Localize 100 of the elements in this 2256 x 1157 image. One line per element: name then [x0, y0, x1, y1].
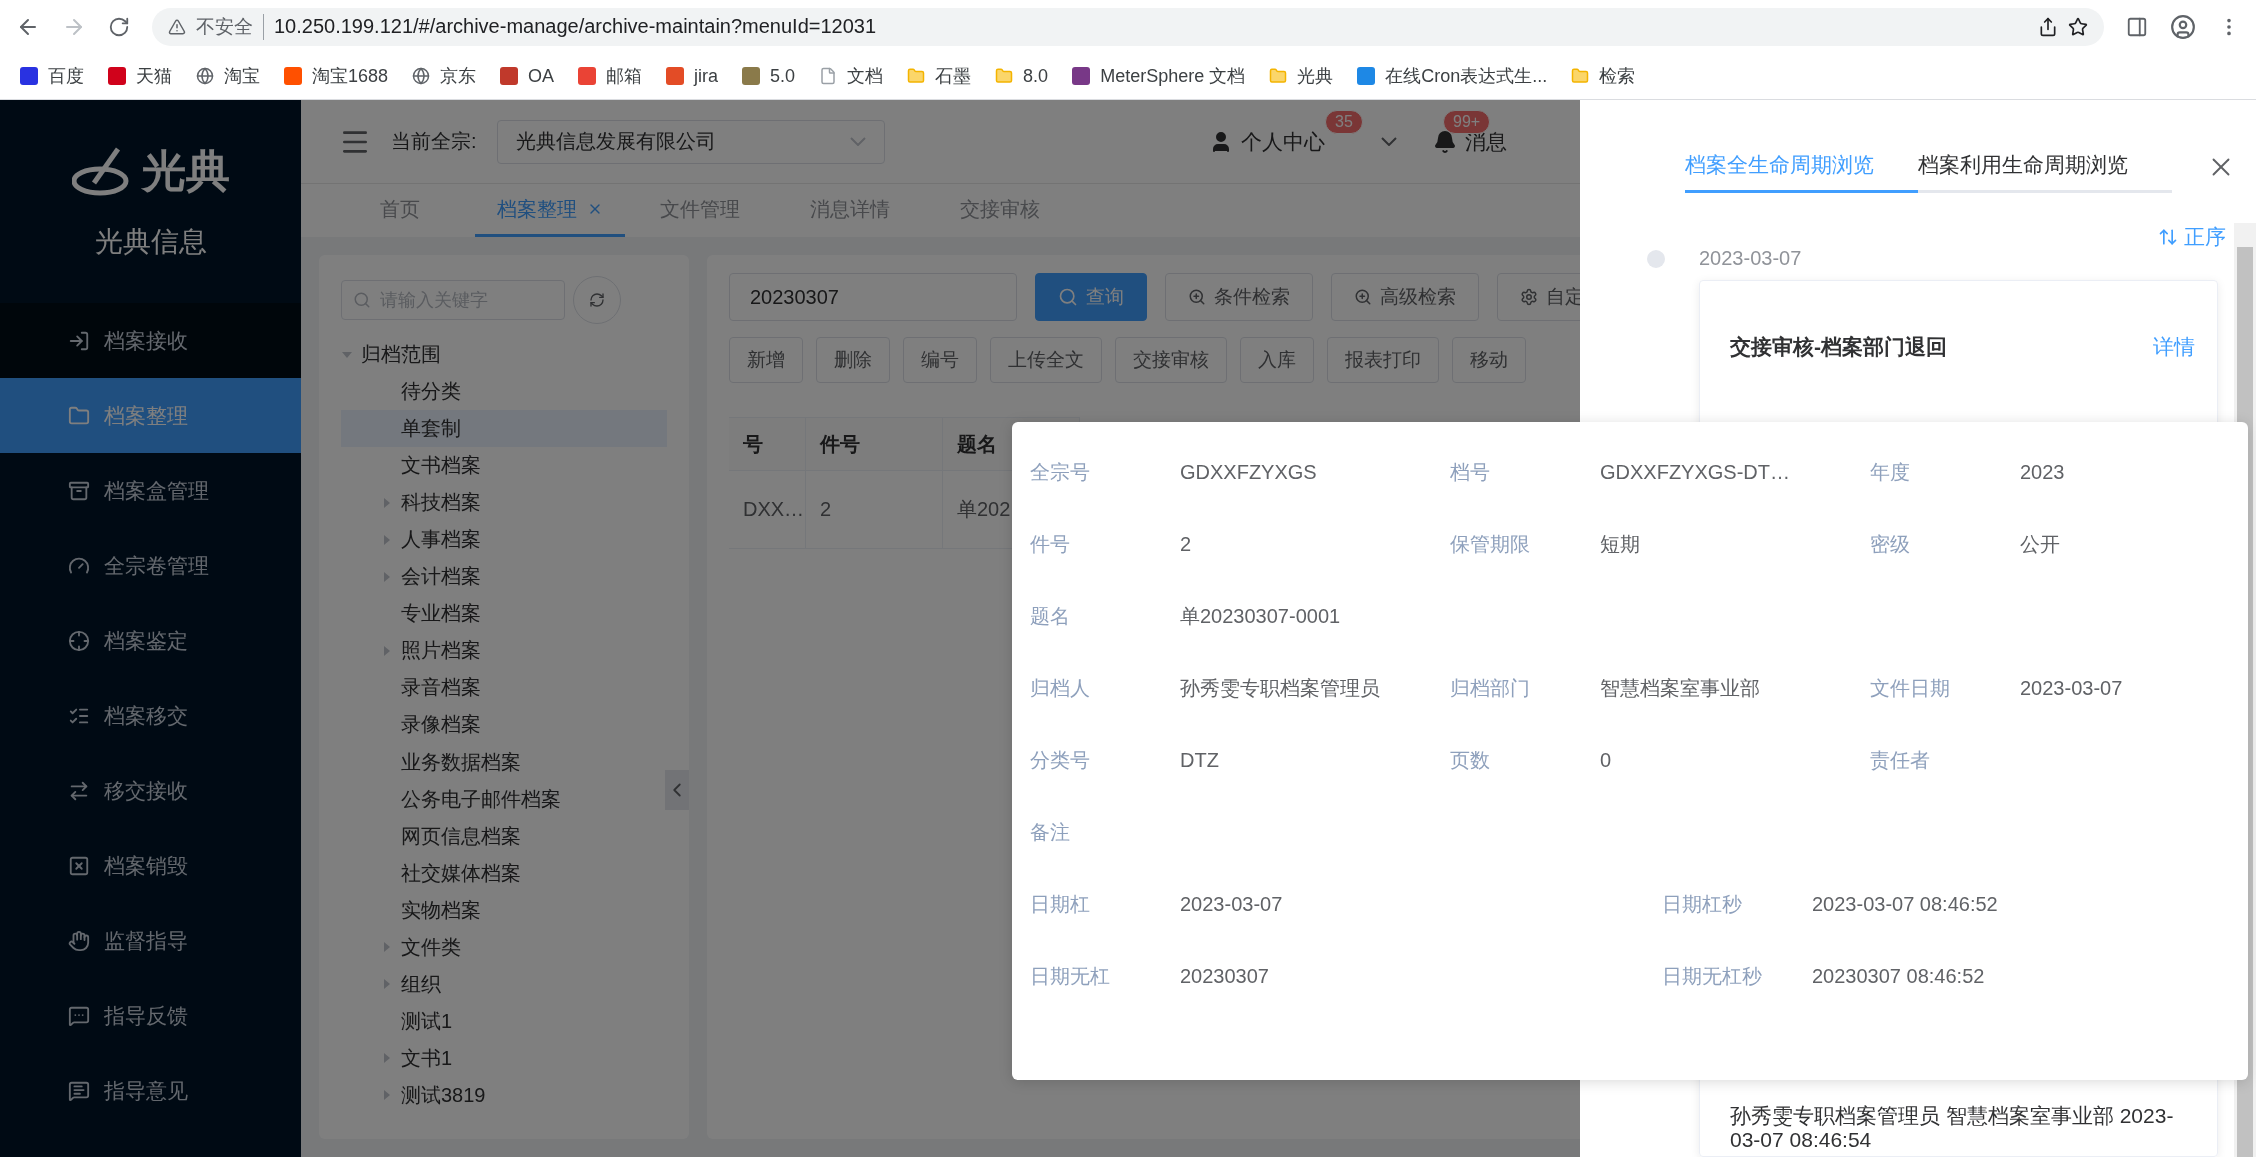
- tree-item[interactable]: 测试1: [341, 1002, 667, 1040]
- action-button[interactable]: 上传全文: [990, 337, 1102, 383]
- action-button[interactable]: 新增: [729, 337, 803, 383]
- field-label: 日期无杠秒: [1662, 963, 1763, 989]
- tree-item[interactable]: 单套制: [341, 410, 667, 448]
- sidebar-item[interactable]: 移交接收: [0, 753, 301, 828]
- field-label: 日期无杠: [1030, 963, 1111, 989]
- bookmark[interactable]: 百度: [20, 64, 84, 88]
- drawer-tab[interactable]: 档案全生命周期浏览: [1685, 140, 1918, 193]
- table-cell: DXX…: [729, 471, 806, 549]
- count-badge: 35: [1325, 109, 1363, 134]
- action-button[interactable]: 入库: [1240, 337, 1314, 383]
- bookmark[interactable]: 检索: [1571, 64, 1636, 88]
- tree-item[interactable]: 待分类: [341, 373, 667, 411]
- card-footer-text: 孙秀雯专职档案管理员 智慧档案室事业部 2023-03-07 08:46:54: [1730, 1103, 2175, 1152]
- field-value: 2023-03-07: [2020, 676, 2123, 700]
- tree-item[interactable]: 录音档案: [341, 669, 667, 707]
- tree-item[interactable]: 专业档案: [341, 595, 667, 633]
- tree-item[interactable]: 公务电子邮件档案: [341, 780, 667, 818]
- column-header: 号: [729, 417, 806, 471]
- search-field[interactable]: 20230307: [729, 273, 1017, 321]
- bookmark[interactable]: MeterSphere 文档: [1072, 64, 1246, 88]
- sidebar-item[interactable]: 档案销毁: [0, 828, 301, 903]
- tree-item[interactable]: 科技档案: [341, 484, 667, 522]
- tree-item[interactable]: 业务数据档案: [341, 743, 667, 781]
- table-cell: 2: [806, 471, 943, 549]
- field-label: 归档人: [1030, 675, 1091, 701]
- field-value: 2023: [2020, 460, 2065, 484]
- tree-item[interactable]: 组织: [341, 965, 667, 1003]
- field-label: 页数: [1450, 747, 1491, 773]
- field-value: 0: [1600, 748, 1612, 772]
- action-button[interactable]: 删除: [816, 337, 890, 383]
- bookmark[interactable]: 天猫: [108, 64, 172, 88]
- tree-item[interactable]: 实物档案: [341, 891, 667, 929]
- tree-item[interactable]: 测试3819: [341, 1076, 667, 1114]
- tree-item[interactable]: 会计档案: [341, 558, 667, 596]
- bookmark[interactable]: 5.0: [742, 65, 796, 87]
- column-header: 件号: [806, 417, 943, 471]
- sidebar-item[interactable]: 监督指导: [0, 903, 301, 978]
- tree-item[interactable]: 录像档案: [341, 706, 667, 744]
- field-value: 20230307: [1180, 964, 1269, 988]
- action-button[interactable]: 报表打印: [1327, 337, 1439, 383]
- tree-item[interactable]: 社交媒体档案: [341, 854, 667, 892]
- field-label: 档号: [1450, 459, 1491, 485]
- url-text: 10.250.199.121/#/archive-manage/archive-maintain?menuId=12031: [274, 15, 878, 38]
- bookmark[interactable]: 淘宝: [196, 64, 260, 88]
- sidebar-item[interactable]: 全宗卷管理: [0, 528, 301, 603]
- field-value: 公开: [2020, 531, 2060, 557]
- address-bar[interactable]: 不安全 10.250.199.121/#/archive-manage/archive-maintain?menuId=12031: [152, 7, 2104, 46]
- fonds-select[interactable]: 光典信息发展有限公司: [496, 119, 885, 164]
- field-value: 短期: [1600, 531, 1640, 557]
- field-label: 题名: [1030, 603, 1071, 629]
- field-value: 智慧档案室事业部: [1600, 675, 1760, 701]
- field-value: 2023-03-07 08:46:52: [1812, 892, 1998, 916]
- sidebar-item[interactable]: 指导意见: [0, 1053, 301, 1128]
- field-value: GDXXFZYXGS: [1180, 460, 1317, 484]
- field-value: 2: [1180, 532, 1192, 556]
- sidebar-item[interactable]: 档案接收: [0, 303, 301, 378]
- field-label: 密级: [1870, 531, 1911, 557]
- sort-link[interactable]: 正序: [2158, 223, 2226, 251]
- field-value: GDXXFZYXGS-DT…: [1600, 460, 1790, 484]
- sidebar-item[interactable]: 档案盒管理: [0, 453, 301, 528]
- action-button[interactable]: 交接审核: [1115, 337, 1227, 383]
- drawer-tab[interactable]: 档案利用生命周期浏览: [1918, 140, 2172, 193]
- timeline-date: 2023-03-07: [1699, 247, 1802, 270]
- tree-item[interactable]: 文书档案: [341, 447, 667, 485]
- tree-item[interactable]: 文件类: [341, 928, 667, 966]
- bookmark[interactable]: 京东: [412, 64, 477, 88]
- action-button[interactable]: 移动: [1452, 337, 1526, 383]
- search-option-button[interactable]: 高级检索: [1331, 273, 1479, 321]
- details-link[interactable]: 详情: [2153, 333, 2195, 361]
- field-label: 日期杠秒: [1662, 891, 1743, 917]
- bookmark[interactable]: 8.0: [995, 65, 1049, 87]
- search-option-button[interactable]: 条件检索: [1165, 273, 1313, 321]
- sidebar-item[interactable]: 指导反馈: [0, 978, 301, 1053]
- field-value: DTZ: [1180, 748, 1219, 772]
- brand-logo: 光典: [71, 142, 230, 201]
- tree-item[interactable]: 网页信息档案: [341, 817, 667, 855]
- security-label: 不安全: [196, 13, 264, 40]
- user-center-link[interactable]: 个人中心: [1241, 127, 1325, 156]
- bookmark[interactable]: 文档: [819, 64, 884, 88]
- bookmark[interactable]: 在线Cron表达式生...: [1357, 64, 1548, 88]
- bookmark[interactable]: 邮箱: [578, 64, 643, 88]
- sidebar-item[interactable]: 档案鉴定: [0, 603, 301, 678]
- sidebar-item[interactable]: 档案移交: [0, 678, 301, 753]
- field-label: 备注: [1030, 819, 1071, 845]
- tree-item[interactable]: 文书1: [341, 1039, 667, 1077]
- tree-item[interactable]: 照片档案: [341, 632, 667, 670]
- bookmark[interactable]: 光典: [1269, 64, 1334, 88]
- field-label: 年度: [1870, 459, 1911, 485]
- bookmark[interactable]: OA: [500, 65, 555, 87]
- bookmark[interactable]: 石墨: [907, 64, 972, 88]
- field-value: 2023-03-07: [1180, 892, 1283, 916]
- bookmark[interactable]: jira: [666, 65, 719, 87]
- tree-item[interactable]: 人事档案: [341, 521, 667, 559]
- tree-item[interactable]: 归档范围: [341, 336, 667, 374]
- action-button[interactable]: 编号: [903, 337, 977, 383]
- bookmark[interactable]: 淘宝1688: [284, 64, 389, 88]
- company-name: 光典信息: [94, 225, 207, 259]
- card-title: 交接审核-档案部门退回: [1730, 334, 1947, 360]
